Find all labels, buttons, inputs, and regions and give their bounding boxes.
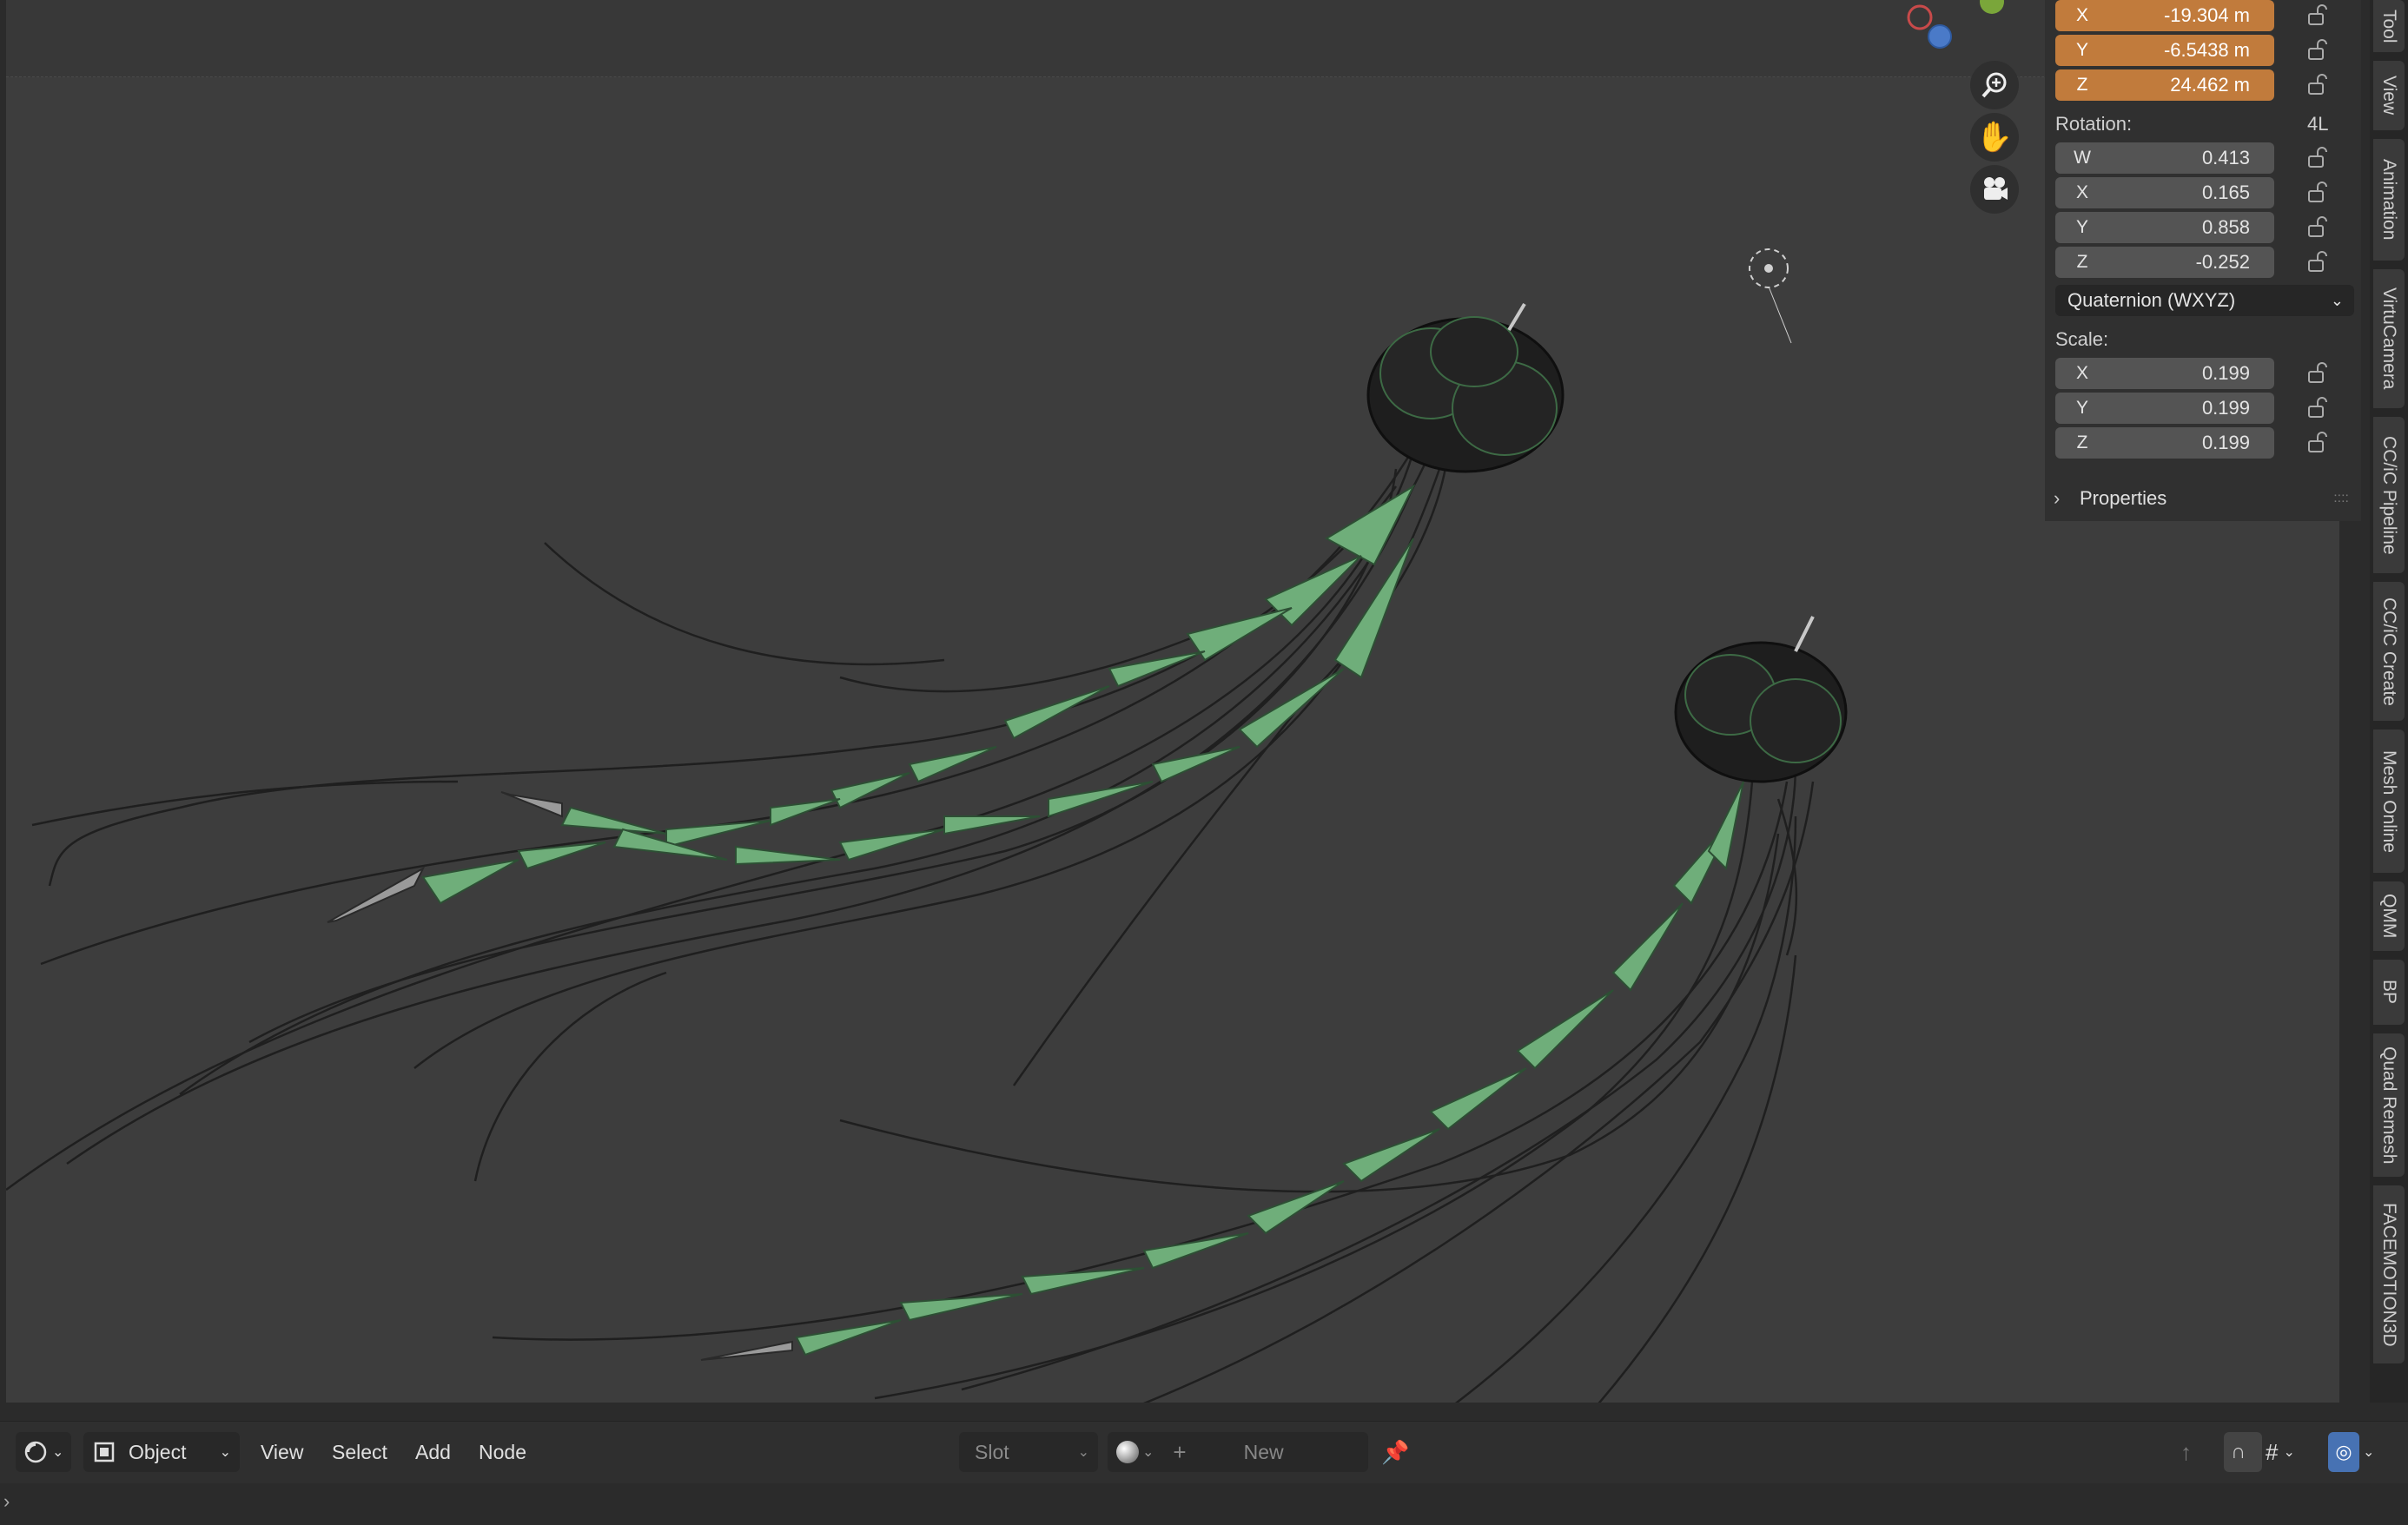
node-editor-header: ⌄ Object ⌄ View Select Add Node Slot ⌄ ⌄… <box>0 1421 2408 1484</box>
scale-y-field[interactable]: Y 0.199 <box>2055 393 2274 424</box>
pin-icon: 📌 <box>1381 1438 1410 1465</box>
rotation-mode-select[interactable]: Quaternion (WXYZ) ⌄ <box>2055 285 2354 316</box>
rotation-mode-value: Quaternion (WXYZ) <box>2067 289 2236 311</box>
lock-icon[interactable] <box>2305 396 2333 420</box>
lock-icon[interactable] <box>2305 431 2333 455</box>
bone-chain-1 <box>421 484 1416 905</box>
overlays-dropdown[interactable]: ⌄ <box>2363 1432 2389 1472</box>
tab-virtucamera[interactable]: VirtuCamera <box>2373 269 2405 408</box>
tab-quad-remesh[interactable]: Quad Remesh <box>2373 1033 2405 1177</box>
3d-cursor <box>1749 248 1792 344</box>
editor-type-icon <box>24 1441 47 1463</box>
tab-bp[interactable]: BP <box>2373 960 2405 1025</box>
menu-select[interactable]: Select <box>332 1441 387 1464</box>
properties-subpanel-header[interactable]: › Properties :::: <box>2054 481 2349 516</box>
rotation-lock-4l-toggle[interactable]: 4L <box>2307 113 2328 135</box>
tab-qmm[interactable]: QMM <box>2373 881 2405 951</box>
chevron-down-icon: ⌄ <box>219 1445 231 1460</box>
chevron-down-icon: ⌄ <box>1142 1445 1154 1460</box>
sidebar-tabs: Tool View Animation VirtuCamera CC/iC Pi… <box>2370 0 2408 1403</box>
lock-icon[interactable] <box>2305 38 2333 63</box>
axis-gizmo <box>1907 0 2004 49</box>
pin-button[interactable]: 📌 <box>1381 1432 1412 1472</box>
menu-add[interactable]: Add <box>415 1441 451 1464</box>
tab-cc-ic-create[interactable]: CC/iC Create <box>2373 582 2405 721</box>
scale-label: Scale: <box>2055 328 2109 350</box>
lock-icon[interactable] <box>2305 215 2333 240</box>
chevron-down-icon: ⌄ <box>52 1445 64 1460</box>
properties-label: Properties <box>2080 487 2167 509</box>
lock-icon[interactable] <box>2305 3 2333 28</box>
tab-cc-ic-pipeline[interactable]: CC/iC Pipeline <box>2373 417 2405 573</box>
object-icon <box>94 1442 115 1462</box>
chevron-right-icon: › <box>2054 487 2061 509</box>
tentacle-strands-a <box>6 433 1450 1192</box>
grid-snap-icon: # <box>2266 1438 2279 1465</box>
rotation-z-field[interactable]: Z -0.252 <box>2055 247 2274 278</box>
lock-icon[interactable] <box>2305 250 2333 274</box>
scale-x-field[interactable]: X 0.199 <box>2055 358 2274 389</box>
lock-icon[interactable] <box>2305 146 2333 170</box>
chevron-down-icon: ⌄ <box>1077 1445 1089 1460</box>
slot-select[interactable]: Slot ⌄ <box>959 1432 1098 1472</box>
arrow-up-icon: ↑ <box>2180 1438 2192 1465</box>
snap-mode-select[interactable]: # ⌄ <box>2266 1432 2314 1472</box>
3d-viewport[interactable]: ✋ <box>6 0 2339 1403</box>
zoom-button[interactable] <box>1970 61 2019 109</box>
jellyfish-bell-2 <box>1674 616 1848 783</box>
hand-icon: ✋ <box>1975 121 2014 154</box>
tab-tool[interactable]: Tool <box>2373 0 2405 52</box>
location-y-field[interactable]: Y -6.5438 m <box>2055 35 2274 66</box>
rotation-y-field[interactable]: Y 0.858 <box>2055 212 2274 243</box>
tab-animation[interactable]: Animation <box>2373 139 2405 261</box>
jellyfish-bell-1 <box>1366 302 1565 473</box>
scale-z-field[interactable]: Z 0.199 <box>2055 427 2274 459</box>
tab-view[interactable]: View <box>2373 61 2405 130</box>
location-x-field[interactable]: X -19.304 m <box>2055 0 2274 31</box>
mode-value: Object <box>129 1440 187 1463</box>
sidebar-item-panel: X -19.304 m Y -6.5438 m Z 24.462 m Rotation… <box>2045 0 2361 521</box>
zoom-icon <box>1981 72 2007 98</box>
material-sphere-icon <box>1116 1441 1139 1463</box>
parent-node-button[interactable]: ↑ <box>2180 1432 2215 1472</box>
camera-view-button[interactable] <box>1970 165 2019 214</box>
end-bones-2 <box>700 1340 793 1361</box>
chevron-right-icon[interactable]: › <box>3 1490 10 1513</box>
lock-icon[interactable] <box>2305 73 2333 97</box>
slot-label: Slot <box>975 1440 1009 1463</box>
new-material-button[interactable]: New <box>1244 1441 1284 1464</box>
editor-type-button[interactable]: ⌄ <box>16 1432 71 1472</box>
chevron-down-icon: ⌄ <box>2283 1445 2295 1460</box>
menu-node[interactable]: Node <box>479 1441 526 1464</box>
snap-icon: ∩ <box>2231 1440 2246 1463</box>
tab-mesh-online[interactable]: Mesh Online <box>2373 729 2405 873</box>
rotation-label: Rotation: <box>2055 113 2133 135</box>
lock-icon[interactable] <box>2305 361 2333 386</box>
camera-icon <box>1984 177 2008 200</box>
overlay-icon: ◎ <box>2335 1441 2352 1462</box>
lock-icon[interactable] <box>2305 181 2333 205</box>
status-bar: › <box>0 1483 2408 1525</box>
pan-button[interactable]: ✋ <box>1970 113 2019 162</box>
rotation-x-field[interactable]: X 0.165 <box>2055 177 2274 208</box>
tab-facemotion3d[interactable]: FACEMOTION3D <box>2373 1185 2405 1363</box>
tentacle-strands-b <box>492 763 1815 1403</box>
material-new-group[interactable]: ⌄ + New <box>1108 1432 1368 1472</box>
snap-toggle[interactable]: ∩ <box>2224 1432 2262 1472</box>
overlays-toggle[interactable]: ◎ <box>2328 1432 2359 1472</box>
plus-icon: + <box>1173 1438 1187 1465</box>
menu-view[interactable]: View <box>261 1441 303 1464</box>
location-z-field[interactable]: Z 24.462 m <box>2055 69 2274 101</box>
rotation-w-field[interactable]: W 0.413 <box>2055 142 2274 174</box>
chevron-down-icon: ⌄ <box>2363 1445 2375 1460</box>
drag-handle-icon[interactable]: :::: <box>2333 491 2349 506</box>
chevron-down-icon: ⌄ <box>2330 291 2344 309</box>
mode-select[interactable]: Object ⌄ <box>83 1432 240 1472</box>
